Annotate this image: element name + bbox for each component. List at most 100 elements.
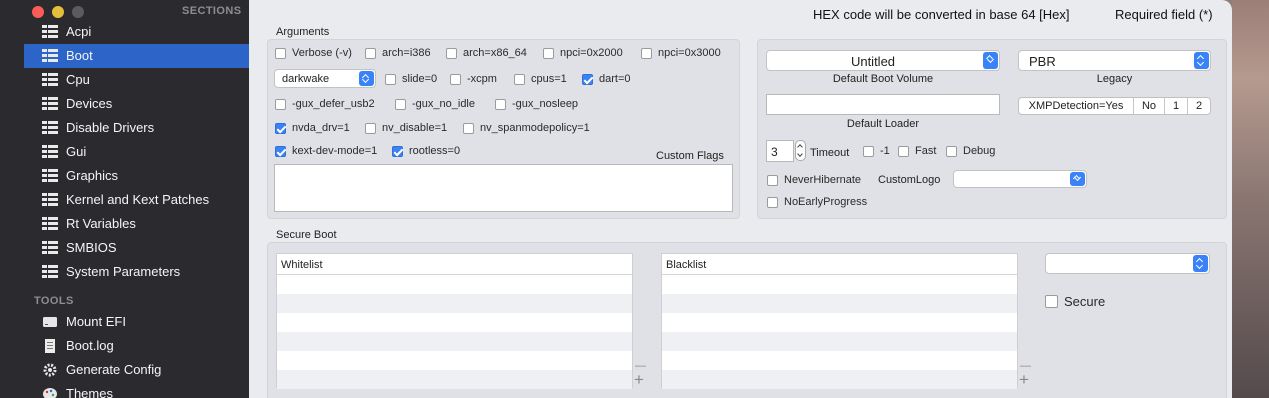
minimize-window-button[interactable] (52, 6, 64, 18)
arg-arch-x86-64-checkbox[interactable]: arch=x86_64 (446, 46, 527, 60)
table-row (662, 294, 1017, 313)
checkbox-box (446, 47, 457, 59)
tool-themes[interactable]: Themes (24, 382, 249, 398)
arg-cpus-checkbox[interactable]: cpus=1 (514, 72, 567, 86)
arg-rootless-checkbox[interactable]: rootless=0 (392, 144, 460, 158)
secure-checkbox[interactable]: Secure (1045, 294, 1105, 309)
darkwake-select[interactable]: darkwake (274, 69, 376, 88)
checkbox-box (392, 145, 403, 157)
sidebar-item-devices[interactable]: Devices (24, 92, 249, 116)
sidebar-item-smbios[interactable]: SMBIOS (24, 236, 249, 260)
xmp-2-segment[interactable]: 2 (1188, 98, 1210, 114)
zoom-window-button[interactable] (72, 6, 84, 18)
arg-gux-nosleep-checkbox[interactable]: -gux_nosleep (495, 97, 578, 111)
checkbox-label: arch=i386 (382, 47, 431, 59)
sidebar-item-disable-drivers[interactable]: Disable Drivers (24, 116, 249, 140)
sidebar-item-kernel-and-kext-patches[interactable]: Kernel and Kext Patches (24, 188, 249, 212)
arg-xcpm-checkbox[interactable]: -xcpm (450, 72, 497, 86)
xmp-no-segment[interactable]: No (1134, 98, 1165, 114)
timeout-field[interactable]: 3 (766, 140, 794, 162)
checkbox-box (450, 73, 461, 85)
custom-logo-select[interactable] (953, 170, 1087, 188)
list-icon (42, 193, 58, 207)
checkbox-label: -gux_no_idle (412, 98, 475, 110)
select-stepper-icon (1193, 255, 1208, 272)
checkbox-label: Verbose (-v) (292, 47, 352, 59)
close-window-button[interactable] (32, 6, 44, 18)
arg-npci-3000-checkbox[interactable]: npci=0x3000 (641, 46, 721, 60)
tool-label: Boot.log (66, 338, 114, 353)
arg-npci-2000-checkbox[interactable]: npci=0x2000 (543, 46, 623, 60)
timeout-minus-one-checkbox[interactable]: -1 (863, 144, 890, 158)
sidebar: SECTIONS Acpi Boot Cpu Devices Disable Drive… (0, 0, 249, 398)
table-row (662, 351, 1017, 370)
sidebar-item-gui[interactable]: Gui (24, 140, 249, 164)
checkbox-box (275, 47, 286, 59)
desktop-background (1232, 0, 1269, 398)
default-loader-field[interactable] (766, 94, 1000, 115)
never-hibernate-checkbox[interactable]: NeverHibernate (767, 173, 861, 187)
arguments-title: Arguments (276, 26, 330, 38)
checkbox-box (275, 145, 286, 157)
drive-icon (43, 317, 57, 327)
sidebar-item-rt-variables[interactable]: Rt Variables (24, 212, 249, 236)
table-row (277, 313, 632, 332)
arg-verbose-checkbox[interactable]: Verbose (-v) (275, 46, 352, 60)
checkbox-box (395, 98, 406, 110)
sidebar-item-label: Graphics (66, 168, 119, 183)
timeout-stepper[interactable] (795, 140, 806, 161)
arg-kext-dev-mode-checkbox[interactable]: kext-dev-mode=1 (275, 144, 377, 158)
checkbox-box (1045, 294, 1058, 308)
checkbox-box (463, 122, 474, 134)
tools-header: TOOLS (34, 295, 74, 307)
arg-slide-checkbox[interactable]: slide=0 (385, 72, 437, 86)
sidebar-item-system-parameters[interactable]: System Parameters (24, 260, 249, 284)
no-early-progress-checkbox[interactable]: NoEarlyProgress (767, 195, 867, 209)
table-row (662, 275, 1017, 294)
checkbox-box (514, 73, 525, 85)
table-row (277, 370, 632, 389)
tool-boot-log[interactable]: Boot.log (24, 334, 249, 358)
blacklist-add-button[interactable]: + (1019, 371, 1029, 388)
arg-dart-checkbox[interactable]: dart=0 (582, 72, 631, 86)
arg-nv-disable-checkbox[interactable]: nv_disable=1 (365, 121, 447, 135)
checkbox-box (582, 73, 593, 85)
default-boot-volume-select[interactable]: Untitled (766, 50, 1000, 71)
whitelist-table[interactable]: Whitelist (276, 253, 633, 389)
arg-nv-spanmodepolicy-checkbox[interactable]: nv_spanmodepolicy=1 (463, 121, 590, 135)
sidebar-item-cpu[interactable]: Cpu (24, 68, 249, 92)
stepper-down-icon (797, 151, 803, 157)
whitelist-add-button[interactable]: + (634, 371, 644, 388)
sidebar-item-graphics[interactable]: Graphics (24, 164, 249, 188)
xmp-1-segment[interactable]: 1 (1165, 98, 1188, 114)
list-icon (42, 25, 58, 39)
table-row (277, 275, 632, 294)
arg-nvda-drv-checkbox[interactable]: nvda_drv=1 (275, 121, 350, 135)
chevron-down-icon (983, 52, 998, 69)
arg-gux-defer-usb2-checkbox[interactable]: -gux_defer_usb2 (275, 97, 375, 111)
tool-mount-efi[interactable]: Mount EFI (24, 310, 249, 334)
custom-flags-label: Custom Flags (656, 150, 724, 162)
checkbox-label: nvda_drv=1 (292, 122, 350, 134)
arg-arch-i386-checkbox[interactable]: arch=i386 (365, 46, 431, 60)
checkbox-label: arch=x86_64 (463, 47, 527, 59)
tool-generate-config[interactable]: Generate Config (24, 358, 249, 382)
sidebar-item-label: Boot (66, 48, 93, 63)
debug-checkbox[interactable]: Debug (946, 144, 995, 158)
custom-flags-field[interactable] (274, 164, 733, 212)
xmp-yes-segment[interactable]: XMPDetection=Yes (1019, 98, 1134, 114)
checkbox-label: rootless=0 (409, 145, 461, 157)
checkbox-box (495, 98, 506, 110)
sidebar-item-acpi[interactable]: Acpi (24, 20, 249, 44)
checkbox-box (946, 145, 957, 157)
fast-checkbox[interactable]: Fast (898, 144, 936, 158)
secure-boot-policy-select[interactable] (1045, 253, 1210, 274)
xmp-detection-segmented-control: XMPDetection=Yes No 1 2 (1018, 97, 1211, 115)
sidebar-item-label: Devices (66, 96, 113, 111)
custom-logo-label: CustomLogo (878, 174, 941, 186)
arg-gux-no-idle-checkbox[interactable]: -gux_no_idle (395, 97, 475, 111)
blacklist-table[interactable]: Blacklist (661, 253, 1018, 389)
sidebar-item-boot[interactable]: Boot (24, 44, 249, 68)
legacy-select[interactable]: PBR (1018, 50, 1211, 71)
select-stepper-icon (1194, 52, 1209, 69)
